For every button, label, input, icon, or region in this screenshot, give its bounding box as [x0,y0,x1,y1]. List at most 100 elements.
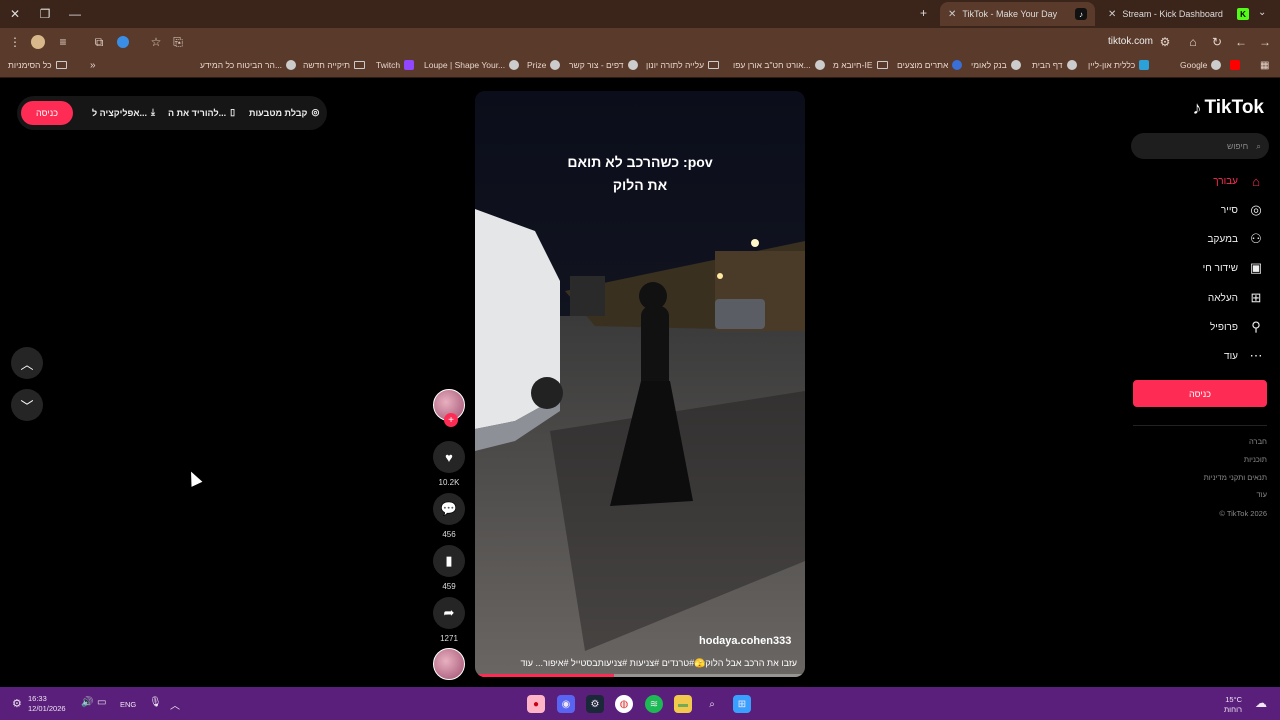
bookmark-icon[interactable]: ▮ [433,545,465,577]
steam-icon[interactable]: ⚙ [586,695,604,713]
install-app-icon[interactable]: ⎘ [166,30,190,54]
tab-kick-dashboard[interactable]: ✕ Stream - Kick Dashboard [1100,2,1235,26]
home-icon[interactable]: ⌂ [1181,30,1205,54]
footer-more-link[interactable]: עוד [1257,490,1267,499]
bookmark-item[interactable]: תיקייה חדשה [303,60,365,70]
bookmark-item[interactable]: Loupe | Shape Your... [424,60,520,70]
file-explorer-icon[interactable]: ▬ [674,695,692,713]
site-settings-icon[interactable]: ⚙ [1153,30,1177,54]
bookmark-item[interactable]: דף הבית [1032,60,1077,70]
like-button[interactable]: ♥ 10.2K [433,441,465,487]
bookmark-item[interactable]: אורט חט"ב אורן עפו... [733,60,825,70]
clock[interactable]: 16:33 12/01/2026 [28,694,66,714]
search-input[interactable]: חיפוש ⌕ [1131,133,1269,159]
sidebar-item-more[interactable]: עוד ⋯ [1224,348,1264,364]
sidebar-item-explore[interactable]: סייר ◎ [1221,202,1264,218]
header-login-button[interactable]: כניסה [21,101,73,125]
bookmark-item[interactable]: חיובא מ-IE [833,60,888,70]
more-bookmarks-icon[interactable]: » [90,60,96,71]
bookmark-item[interactable]: אתרים מוצעים [897,60,963,70]
close-tab-icon[interactable]: ✕ [948,9,956,20]
language-indicator[interactable]: ENG [120,700,136,709]
minimize-window-icon[interactable]: — [60,0,90,28]
search-icon[interactable]: ⌕ [703,695,721,713]
upload-icon: ⊞ [1250,290,1262,305]
close-window-icon[interactable]: ✕ [0,0,30,28]
video-author[interactable]: hodaya.cohen333 [699,635,791,647]
footer-programs-link[interactable]: תוכניות [1244,455,1267,464]
app-icon-1[interactable]: ● [527,695,545,713]
youtube-bookmark[interactable] [1230,60,1240,70]
get-coins-link[interactable]: קבלת מטבעות ◎ [249,107,319,118]
sidebar-item-live[interactable]: שידור חי ▣ [1203,260,1264,276]
settings-gear-icon[interactable]: ⚙ [12,697,22,710]
app-download-link[interactable]: אפליקציה ל... ⤓ [92,107,155,118]
chevron-up-icon[interactable]: ︿ [170,697,180,712]
spotify-icon[interactable]: ≋ [645,695,663,713]
sidebar-item-profile[interactable]: פרופיל ⚲ [1210,319,1264,335]
coin-icon: ◎ [311,107,320,117]
microphone-icon[interactable]: 🎙 [149,697,162,708]
bookmark-item[interactable]: הר הביטוח כל המידע... [200,60,297,70]
volume-icon[interactable]: 🔊 [81,697,93,708]
creator-avatar-button[interactable]: + [433,389,465,427]
weather-widget[interactable]: 15°C רוחות [1224,695,1242,715]
bookmark-item[interactable]: דפים - צור קשר [569,60,638,70]
network-icon[interactable]: ▭ [97,697,106,708]
globe-icon [814,60,825,70]
sidebar-item-upload[interactable]: העלאה ⊞ [1208,290,1264,306]
footer-terms-link[interactable]: תנאים ותקני מדיניות [1204,473,1267,482]
bookmark-item[interactable]: Twitch [376,60,415,70]
more-link[interactable]: עוד [520,658,533,668]
reload-icon[interactable]: ↻ [1205,30,1229,54]
clalit-icon [1139,60,1150,70]
forward-icon[interactable]: → [1253,30,1277,54]
extension-icon[interactable] [117,36,129,48]
all-bookmarks[interactable]: כל הסימניות [8,60,67,70]
tiktok-logo[interactable]: ♪ TikTok [1193,97,1264,119]
sidebar-divider [1133,425,1267,426]
profile-avatar-icon[interactable] [31,35,45,49]
new-tab-button[interactable]: + [920,6,927,20]
back-icon[interactable]: ← [1229,30,1253,54]
folder-icon [876,61,888,69]
tab-tiktok[interactable]: ✕ TikTok - Make Your Day ♪ [940,2,1095,26]
close-tab-icon[interactable]: ✕ [1108,9,1116,20]
bookmark-item[interactable]: Google [1180,60,1222,70]
follow-plus-icon[interactable]: + [444,413,458,427]
discord-icon[interactable]: ◉ [557,695,575,713]
share-button[interactable]: ➦ 1271 [433,597,465,643]
share-icon[interactable]: ➦ [433,597,465,629]
comment-icon[interactable]: 💬 [433,493,465,525]
address-bar[interactable]: tiktok.com [1108,36,1153,47]
save-button[interactable]: ▮ 459 [433,545,465,591]
heart-icon[interactable]: ♥ [433,441,465,473]
download-app-link[interactable]: להוריד את ה... ▯ [168,107,235,118]
sidebar-item-for-you[interactable]: עבורך ⌂ [1213,173,1264,189]
menu-dots-icon[interactable]: ⋮ [3,30,27,54]
extensions-icon[interactable]: ⧉ [87,30,111,54]
next-video-button[interactable]: ﹀ [11,389,43,421]
windows-start-icon[interactable]: ⊞ [733,695,751,713]
sidebar-login-button[interactable]: כניסה [1133,380,1267,407]
chrome-icon[interactable]: ◍ [615,695,633,713]
video-overlay-caption: כשהרכב לא תואם :pov את הלוק [567,154,713,193]
bookmark-item[interactable]: בנק לאומי [971,60,1021,70]
video-progress-bar[interactable] [475,674,805,677]
previous-video-button[interactable]: ︿ [11,347,43,379]
video-player[interactable]: כשהרכב לא תואם :pov את הלוק hodaya.cohen… [475,91,805,677]
music-disc-icon[interactable] [433,648,465,680]
reading-list-icon[interactable]: ≡ [51,30,75,54]
bookmark-item[interactable]: עלייה לתורה יונון [646,60,720,70]
sidebar-item-following[interactable]: במעקב ⚇ [1208,231,1264,247]
bookmark-item[interactable]: כללית און-ליין [1088,60,1150,70]
restore-window-icon[interactable]: ❐ [30,0,60,28]
apps-grid-icon[interactable]: ▦ [1260,60,1269,71]
footer-company-link[interactable]: חברה [1249,437,1267,446]
music-disc-button[interactable] [433,648,465,680]
tab-search-icon[interactable]: ⌄ [1258,7,1266,18]
bookmark-star-icon[interactable]: ☆ [144,30,168,54]
bookmark-item[interactable]: Prize [527,60,561,70]
search-icon[interactable]: ⌕ [1256,141,1261,152]
comment-button[interactable]: 💬 456 [433,493,465,539]
